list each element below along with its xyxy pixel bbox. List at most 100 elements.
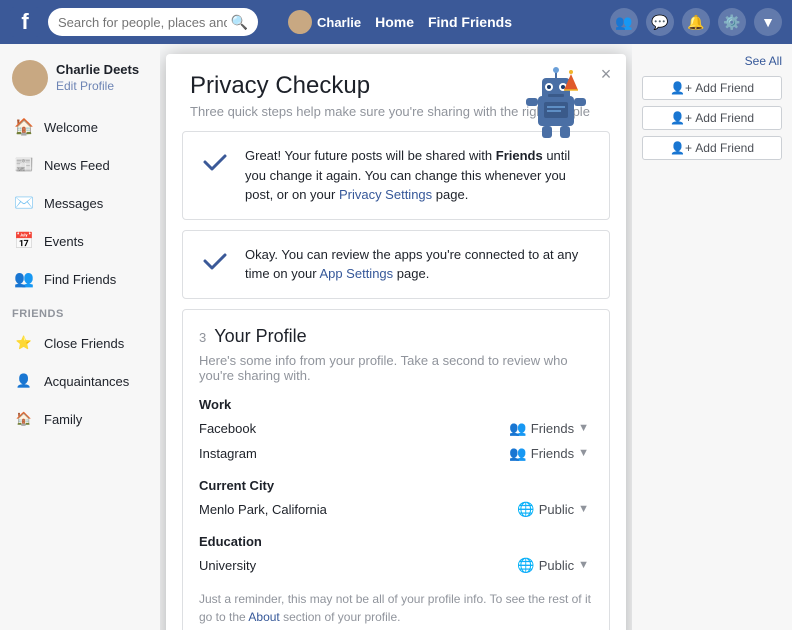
nav-right-icons: 👥 💬 🔔 ⚙️ ▼ [610, 8, 782, 36]
modal-body: Great! Your future posts will be shared … [166, 131, 626, 630]
work-label: Work [199, 397, 593, 412]
check-item-1: Great! Your future posts will be shared … [182, 131, 610, 220]
fb-logo: f [10, 7, 40, 37]
sidebar-edit-profile[interactable]: Edit Profile [56, 79, 139, 95]
friends-privacy-icon: 👥 [509, 420, 526, 437]
work-instagram-privacy[interactable]: 👥 Friends ▼ [505, 443, 593, 464]
work-facebook-label: Facebook [199, 421, 256, 436]
sidebar: Charlie Deets Edit Profile 🏠 Welcome 📰 N… [0, 44, 160, 630]
check-item-2: Okay. You can review the apps you're con… [182, 230, 610, 299]
privacy-checkup-modal: × Privacy Checkup Three quick steps help… [166, 54, 626, 630]
work-facebook-row: Facebook 👥 Friends ▼ [199, 416, 593, 441]
caret-icon-2: ▼ [578, 447, 589, 459]
sidebar-label-welcome: Welcome [44, 120, 98, 135]
city-row: Menlo Park, California 🌐 Public ▼ [199, 497, 593, 522]
education-row: University 🌐 Public ▼ [199, 553, 593, 578]
messages-icon[interactable]: 💬 [646, 8, 674, 36]
reminder-after: section of your profile. [280, 610, 401, 624]
work-instagram-label: Instagram [199, 446, 257, 461]
sidebar-item-acquaintances[interactable]: 👤 Acquaintances [0, 362, 160, 400]
nav-home[interactable]: Home [375, 14, 414, 30]
family-icon: 🏠 [12, 407, 36, 431]
education-group: Education University 🌐 Public ▼ [199, 534, 593, 578]
nav-links: Charlie Home Find Friends [278, 10, 512, 34]
profile-section-desc: Here's some info from your profile. Take… [199, 353, 593, 383]
add-friend-btn-3[interactable]: 👤+ Add Friend [642, 136, 782, 160]
work-facebook-privacy-label: Friends [531, 421, 574, 436]
privacy-settings-link[interactable]: Privacy Settings [339, 187, 432, 202]
city-value: Menlo Park, California [199, 502, 327, 517]
public-icon-2: 🌐 [517, 557, 534, 574]
sidebar-item-events[interactable]: 📅 Events [0, 222, 160, 260]
nav-avatar [288, 10, 312, 34]
add-friend-icon-1: 👤+ [670, 81, 692, 95]
profile-section-title: 3Your Profile [199, 326, 593, 347]
sidebar-item-family[interactable]: 🏠 Family [0, 400, 160, 438]
education-privacy-label: Public [539, 558, 574, 573]
add-friend-label-2: Add Friend [695, 111, 754, 125]
nav-user-name: Charlie [317, 15, 361, 30]
add-friend-btn-1[interactable]: 👤+ Add Friend [642, 76, 782, 100]
add-friend-label-1: Add Friend [695, 81, 754, 95]
sidebar-label-acquaintances: Acquaintances [44, 374, 129, 389]
education-privacy[interactable]: 🌐 Public ▼ [513, 555, 593, 576]
check-icon-1 [199, 146, 231, 178]
check-text-1: Great! Your future posts will be shared … [245, 146, 593, 205]
education-label: Education [199, 534, 593, 549]
reminder-text: Just a reminder, this may not be all of … [199, 590, 593, 626]
search-bar[interactable]: 🔍 [48, 8, 258, 36]
main-layout: Charlie Deets Edit Profile 🏠 Welcome 📰 N… [0, 44, 792, 630]
add-friend-btn-2[interactable]: 👤+ Add Friend [642, 106, 782, 130]
close-friends-icon: ⭐ [12, 331, 36, 355]
add-friend-icon-3: 👤+ [670, 141, 692, 155]
right-panel: See All 👤+ Add Friend 👤+ Add Friend 👤+ A… [632, 44, 792, 630]
find-friends-icon: 👥 [12, 267, 36, 291]
friends-icon[interactable]: 👥 [610, 8, 638, 36]
search-icon: 🔍 [231, 14, 248, 31]
profile-section: 3Your Profile Here's some info from your… [182, 309, 610, 630]
city-privacy[interactable]: 🌐 Public ▼ [513, 499, 593, 520]
app-settings-link[interactable]: App Settings [319, 266, 393, 281]
friends-section-label: FRIENDS [0, 298, 160, 324]
sidebar-label-find-friends: Find Friends [44, 272, 116, 287]
step-number: 3 [199, 330, 206, 345]
modal-close-button[interactable]: × [596, 64, 616, 84]
search-input[interactable] [58, 15, 227, 30]
friends-privacy-icon-2: 👥 [509, 445, 526, 462]
city-group: Current City Menlo Park, California 🌐 Pu… [199, 478, 593, 522]
welcome-icon: 🏠 [12, 115, 36, 139]
dropdown-icon[interactable]: ▼ [754, 8, 782, 36]
nav-user[interactable]: Charlie [288, 10, 361, 34]
robot-illustration [516, 66, 596, 141]
sidebar-user-name: Charlie Deets [56, 62, 139, 79]
caret-icon-4: ▼ [578, 559, 589, 571]
work-group: Work Facebook 👥 Friends ▼ Instagram [199, 397, 593, 466]
sidebar-item-find-friends[interactable]: 👥 Find Friends [0, 260, 160, 298]
acquaintances-icon: 👤 [12, 369, 36, 393]
sidebar-label-family: Family [44, 412, 82, 427]
sidebar-user[interactable]: Charlie Deets Edit Profile [0, 54, 160, 108]
settings-icon[interactable]: ⚙️ [718, 8, 746, 36]
events-icon: 📅 [12, 229, 36, 253]
sidebar-item-close-friends[interactable]: ⭐ Close Friends [0, 324, 160, 362]
messages-nav-icon: ✉️ [12, 191, 36, 215]
public-icon-1: 🌐 [517, 501, 534, 518]
caret-icon-1: ▼ [578, 422, 589, 434]
sidebar-item-newsfeed[interactable]: 📰 News Feed [0, 146, 160, 184]
add-friend-label-3: Add Friend [695, 141, 754, 155]
education-value: University [199, 558, 256, 573]
notifications-icon[interactable]: 🔔 [682, 8, 710, 36]
sidebar-item-welcome[interactable]: 🏠 Welcome [0, 108, 160, 146]
see-all-link[interactable]: See All [642, 54, 782, 68]
modal-header: Privacy Checkup Three quick steps help m… [166, 54, 626, 131]
sidebar-label-messages: Messages [44, 196, 103, 211]
sidebar-label-events: Events [44, 234, 84, 249]
sidebar-item-messages[interactable]: ✉️ Messages [0, 184, 160, 222]
sidebar-label-close-friends: Close Friends [44, 336, 124, 351]
work-facebook-privacy[interactable]: 👥 Friends ▼ [505, 418, 593, 439]
check-icon-2 [199, 245, 231, 277]
about-link[interactable]: About [248, 610, 279, 624]
sidebar-avatar [12, 60, 48, 96]
city-label: Current City [199, 478, 593, 493]
nav-find-friends[interactable]: Find Friends [428, 14, 512, 30]
